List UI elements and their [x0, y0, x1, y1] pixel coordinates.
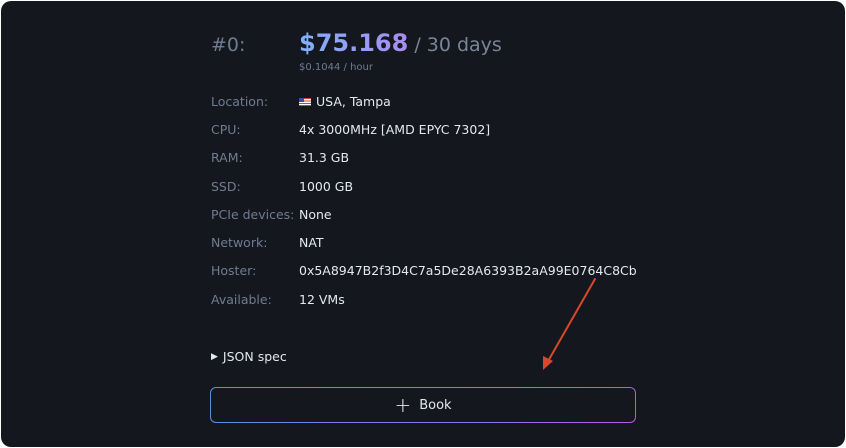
red-arrow-icon — [543, 278, 596, 370]
offer-panel: #0: $75.168 / 30 days $0.1044 / hour Loc… — [1, 1, 845, 447]
